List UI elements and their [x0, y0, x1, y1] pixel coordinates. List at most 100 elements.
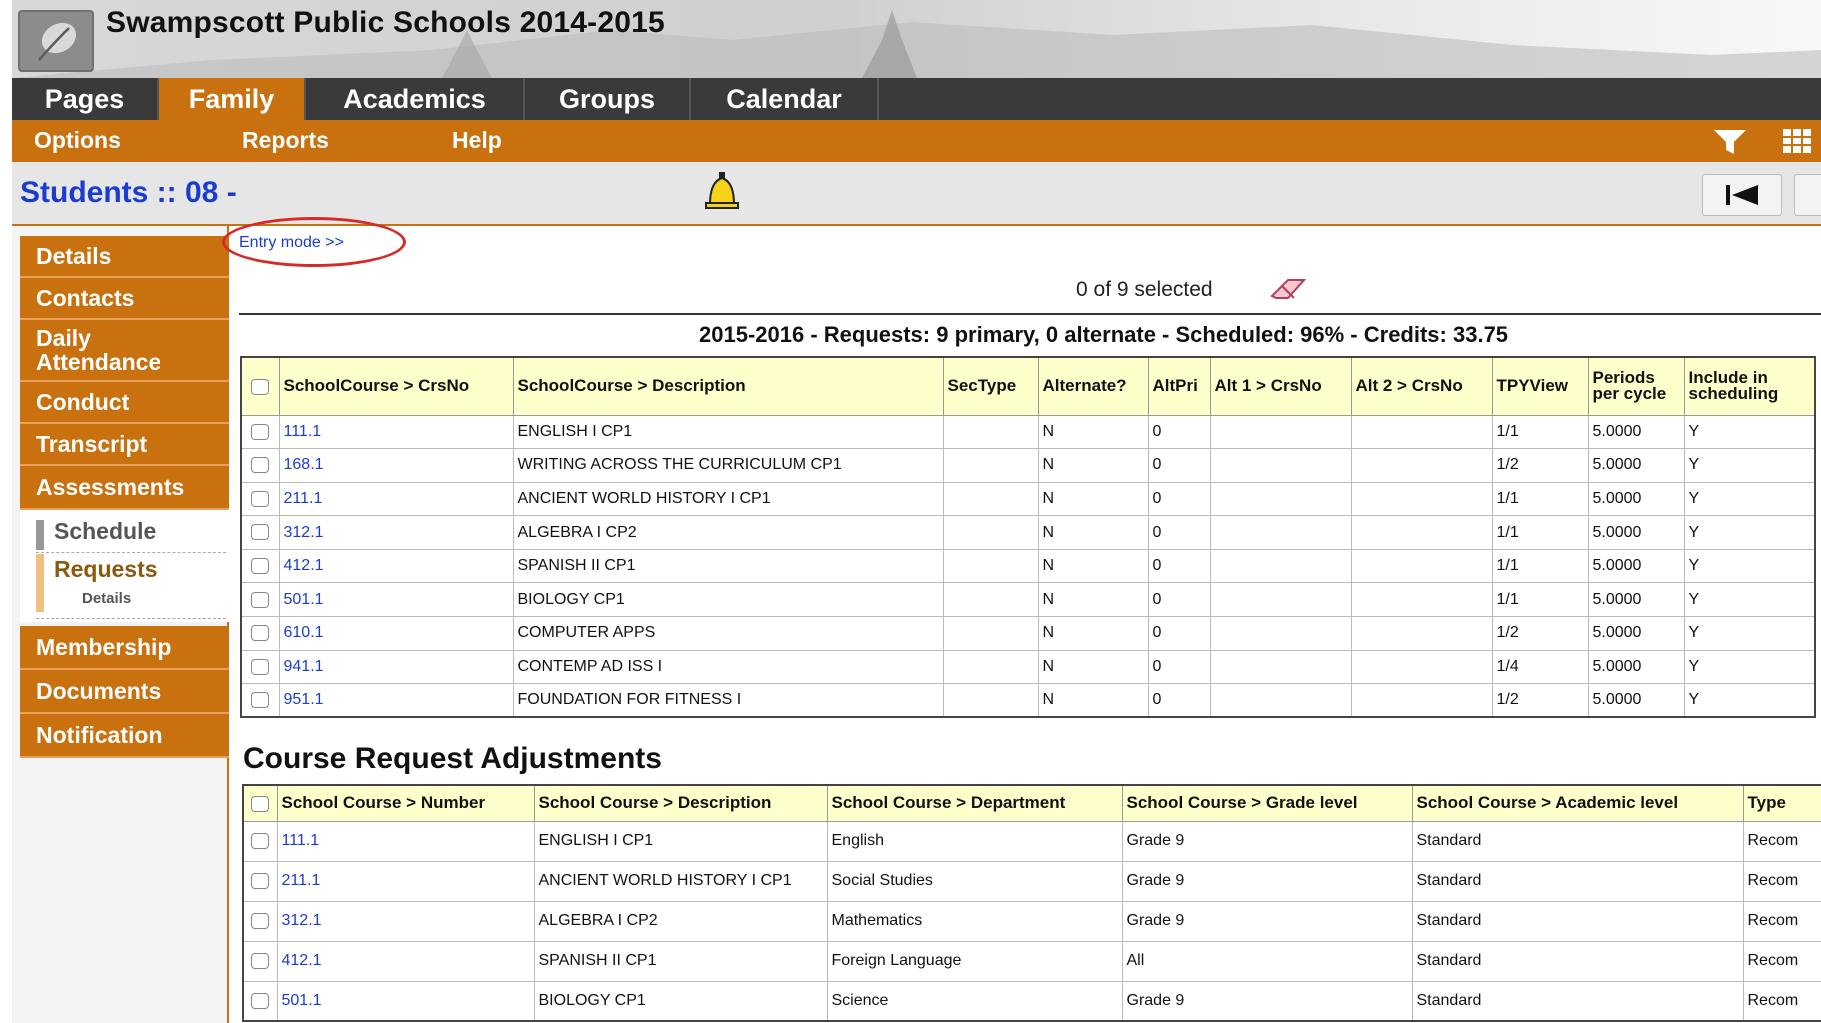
table-cell: ANCIENT WORLD HISTORY I CP1 [533, 860, 828, 902]
side-nav-schedule[interactable]: Schedule [54, 518, 156, 545]
table-cell: Standard [1411, 820, 1744, 862]
course-number-link[interactable]: 211.1 [276, 860, 535, 902]
column-header[interactable]: TPYView [1491, 356, 1589, 416]
grid-icon[interactable] [1782, 128, 1812, 154]
column-header[interactable]: Type [1742, 784, 1821, 822]
column-header[interactable]: Alt 2 > CrsNo [1350, 356, 1493, 416]
course-number-link[interactable]: 610.1 [278, 616, 514, 651]
select-all-checkbox[interactable] [251, 378, 270, 395]
column-header[interactable]: Alt 1 > CrsNo [1209, 356, 1352, 416]
tab-calendar[interactable]: Calendar [691, 78, 879, 120]
column-header[interactable]: Periods per cycle [1587, 356, 1685, 416]
table-row[interactable]: 312.1 ALGEBRA I CP2 Mathematics Grade 9 Stan… [242, 900, 1821, 942]
filter-icon[interactable] [1712, 128, 1748, 156]
course-number-link[interactable]: 941.1 [278, 649, 514, 685]
column-header[interactable]: AltPri [1147, 356, 1211, 416]
table-row[interactable]: 312.1 ALGEBRA I CP2 N 0 1/1 5.0000 Y [240, 515, 1816, 550]
side-nav-membership[interactable]: Membership [20, 626, 229, 670]
table-cell [1209, 548, 1352, 584]
row-checkbox[interactable] [251, 490, 270, 507]
side-nav-notification[interactable]: Notification [20, 714, 229, 758]
table-row[interactable]: 941.1 CONTEMP AD ISS I N 0 1/4 5.0000 Y [240, 649, 1816, 685]
column-header[interactable]: School Course > Number [276, 784, 535, 822]
table-cell [1209, 414, 1352, 450]
course-number-link[interactable]: 312.1 [278, 515, 514, 550]
row-checkbox[interactable] [251, 625, 270, 642]
table-row[interactable]: 111.1 ENGLISH I CP1 N 0 1/1 5.0000 Y [240, 414, 1816, 450]
side-nav-contacts[interactable]: Contacts [20, 278, 229, 320]
table-row[interactable]: 610.1 COMPUTER APPS N 0 1/2 5.0000 Y [240, 616, 1816, 651]
row-checkbox[interactable] [251, 423, 270, 440]
table-cell: Foreign Language [826, 940, 1123, 982]
course-number-link[interactable]: 111.1 [278, 414, 514, 450]
row-checkbox[interactable] [251, 457, 270, 474]
course-number-link[interactable]: 501.1 [276, 980, 535, 1022]
side-nav-documents[interactable]: Documents [20, 670, 229, 714]
options-menu[interactable]: Options [34, 127, 121, 154]
table-row[interactable]: 211.1 ANCIENT WORLD HISTORY I CP1 N 0 1/1 5.0… [240, 481, 1816, 517]
table-cell [942, 448, 1039, 483]
course-number-link[interactable]: 501.1 [278, 582, 514, 618]
course-number-link[interactable]: 168.1 [278, 448, 514, 483]
help-menu[interactable]: Help [452, 127, 502, 154]
side-nav-assessments[interactable]: Assessments [20, 466, 229, 510]
table-row[interactable]: 412.1 SPANISH II CP1 N 0 1/1 5.0000 Y [240, 548, 1816, 584]
column-header[interactable]: School Course > Department [826, 784, 1123, 822]
column-header[interactable]: School Course > Description [533, 784, 828, 822]
row-checkbox[interactable] [251, 591, 270, 608]
row-checkbox[interactable] [251, 658, 270, 675]
table-row[interactable]: 111.1 ENGLISH I CP1 English Grade 9 Standard… [242, 820, 1821, 862]
course-number-link[interactable]: 111.1 [276, 820, 535, 862]
course-number-link[interactable]: 412.1 [278, 548, 514, 584]
reports-menu[interactable]: Reports [242, 127, 329, 154]
bell-icon[interactable] [702, 170, 742, 214]
column-header[interactable]: School Course > Grade level [1121, 784, 1413, 822]
course-number-link[interactable]: 412.1 [276, 940, 535, 982]
side-nav-requests[interactable]: Requests [54, 556, 158, 583]
table-cell: Standard [1411, 860, 1744, 902]
column-header[interactable]: SchoolCourse > CrsNo [278, 356, 514, 416]
column-header[interactable]: School Course > Academic level [1411, 784, 1744, 822]
side-nav-daily-attendance[interactable]: Daily Attendance [20, 320, 161, 382]
tab-family[interactable]: Family [159, 78, 306, 120]
course-number-link[interactable]: 951.1 [278, 683, 514, 718]
side-nav-conduct[interactable]: Conduct [20, 382, 229, 424]
first-record-button[interactable] [1702, 174, 1782, 216]
column-header[interactable]: SchoolCourse > Description [512, 356, 944, 416]
table-row[interactable]: 951.1 FOUNDATION FOR FITNESS I N 0 1/2 5.0000… [240, 683, 1816, 718]
table-cell: BIOLOGY CP1 [533, 980, 828, 1022]
table-row[interactable]: 412.1 SPANISH II CP1 Foreign Language All St… [242, 940, 1821, 982]
side-nav-requests-details[interactable]: Details [82, 590, 131, 607]
row-checkbox[interactable] [251, 872, 270, 889]
table-row[interactable]: 168.1 WRITING ACROSS THE CURRICULUM CP1 N 0… [240, 448, 1816, 483]
row-checkbox[interactable] [251, 692, 270, 709]
column-header[interactable]: Include in scheduling [1683, 356, 1816, 416]
leaf-logo-icon[interactable] [18, 10, 94, 72]
side-nav-transcript[interactable]: Transcript [20, 424, 229, 466]
next-record-button[interactable] [1794, 174, 1821, 216]
table-cell [1209, 582, 1352, 618]
course-number-link[interactable]: 312.1 [276, 900, 535, 942]
row-checkbox[interactable] [251, 992, 270, 1009]
row-checkbox[interactable] [251, 952, 270, 969]
row-checkbox[interactable] [251, 912, 270, 929]
column-header[interactable]: Alternate? [1037, 356, 1149, 416]
table-row[interactable]: 211.1 ANCIENT WORLD HISTORY I CP1 Social S… [242, 860, 1821, 902]
tab-groups[interactable]: Groups [525, 78, 691, 120]
side-nav-details[interactable]: Details [20, 236, 229, 278]
side-nav: Details Contacts Daily Attendance Conduc… [12, 226, 229, 1023]
row-checkbox[interactable] [251, 557, 270, 574]
table-cell: Y [1683, 616, 1816, 651]
tab-pages[interactable]: Pages [12, 78, 159, 120]
table-cell: N [1037, 649, 1149, 685]
table-cell [1209, 481, 1352, 517]
course-number-link[interactable]: 211.1 [278, 481, 514, 517]
select-all-checkbox[interactable] [251, 795, 270, 812]
row-checkbox[interactable] [251, 832, 270, 849]
column-header[interactable]: SecType [942, 356, 1039, 416]
table-row[interactable]: 501.1 BIOLOGY CP1 Science Grade 9 Standard Re… [242, 980, 1821, 1022]
eraser-icon[interactable] [1268, 276, 1308, 304]
tab-academics[interactable]: Academics [306, 78, 525, 120]
table-row[interactable]: 501.1 BIOLOGY CP1 N 0 1/1 5.0000 Y [240, 582, 1816, 618]
row-checkbox[interactable] [251, 524, 270, 541]
